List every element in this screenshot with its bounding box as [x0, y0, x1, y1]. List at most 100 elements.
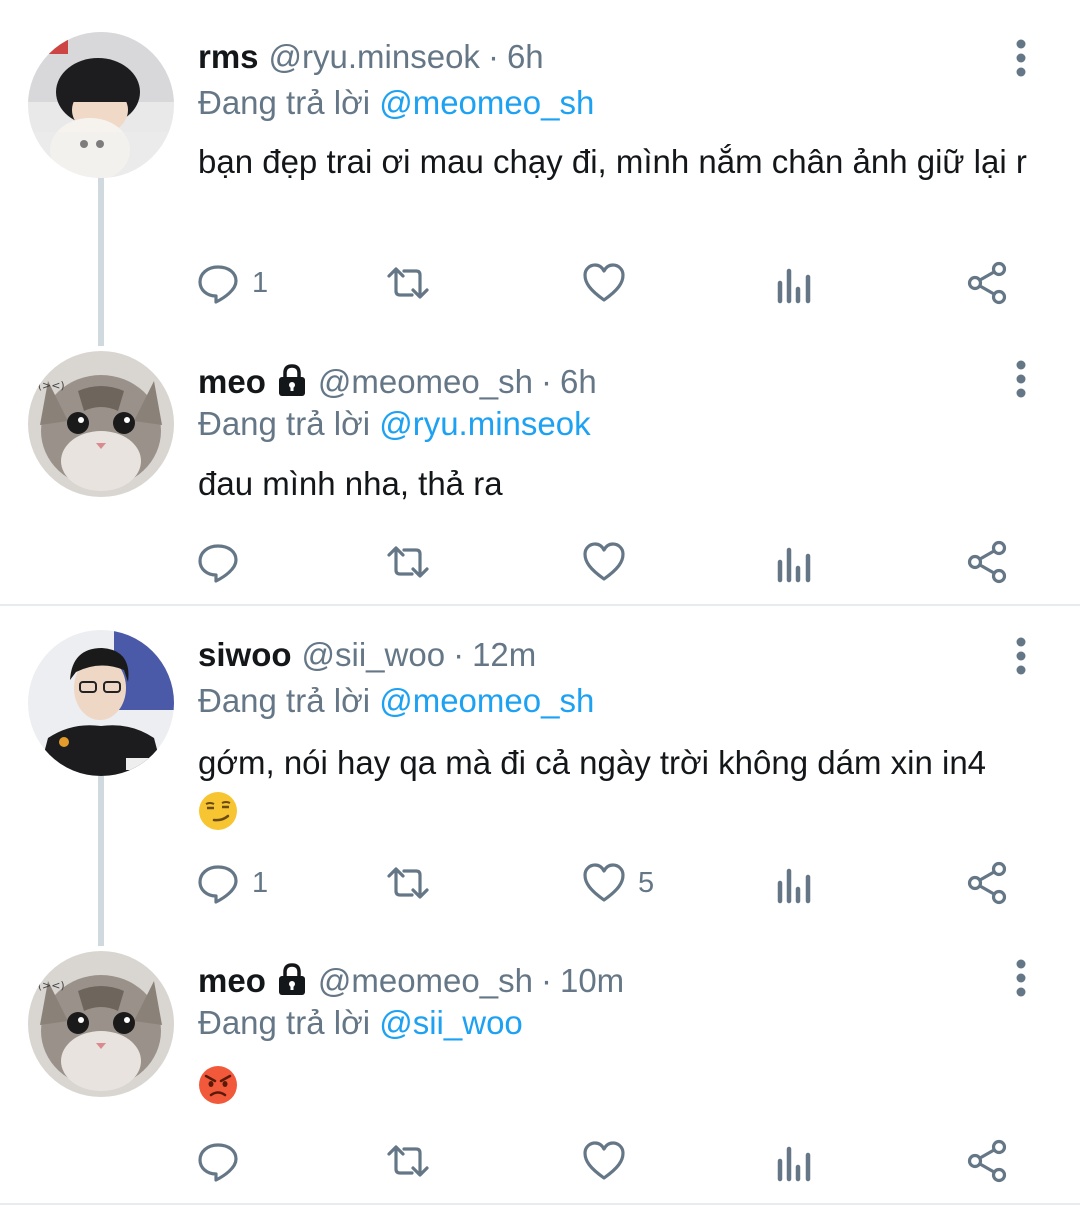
analytics-button[interactable] — [774, 537, 818, 587]
separator-dot: · — [540, 962, 552, 999]
handle[interactable]: @meomeo_sh — [318, 363, 533, 401]
mention-link[interactable]: @sii_woo — [379, 1004, 523, 1041]
heart-icon — [583, 863, 625, 902]
display-name[interactable]: rms — [198, 38, 259, 76]
tweet-header: meo @meomeo_sh · 6h — [198, 359, 597, 403]
avatar-image — [28, 32, 174, 178]
lock-icon — [278, 364, 305, 396]
tweet[interactable]: :(><) meo @meomeo_sh · 6h Đang trả lời @… — [0, 345, 1080, 605]
share-button[interactable] — [966, 258, 1010, 308]
reply-button[interactable] — [196, 1136, 252, 1186]
timestamp[interactable]: 12m — [472, 636, 536, 674]
handle[interactable]: @ryu.minseok — [269, 38, 480, 76]
more-options-button[interactable] — [1008, 359, 1034, 399]
reply-icon — [198, 544, 238, 583]
bottom-divider — [0, 1203, 1080, 1205]
svg-text::(><): :(><) — [34, 979, 65, 992]
retweet-icon — [387, 867, 429, 899]
mention-link[interactable]: @meomeo_sh — [379, 682, 594, 719]
display-name[interactable]: meo — [198, 363, 266, 401]
avatar-image — [28, 630, 174, 776]
share-button[interactable] — [966, 1136, 1010, 1186]
heart-icon — [583, 263, 625, 302]
heart-icon — [583, 1141, 625, 1180]
tweet-text: gớm, nói hay qa mà đi cả ngày trời không… — [198, 744, 987, 781]
retweet-button[interactable] — [386, 858, 430, 908]
smirk-emoji — [199, 792, 237, 831]
replying-prefix: Đang trả lời — [198, 682, 371, 719]
reply-icon — [198, 865, 238, 904]
like-button[interactable] — [582, 537, 638, 587]
analytics-icon — [777, 868, 811, 904]
heart-icon — [583, 542, 625, 581]
reply-count: 1 — [252, 866, 269, 899]
tweet-text-block — [198, 1060, 1038, 1106]
tweet-header: meo @meomeo_sh · 10m — [198, 958, 624, 1002]
more-options-button[interactable] — [1008, 636, 1034, 676]
svg-text::(><): :(><) — [34, 379, 65, 392]
separator-dot: · — [487, 38, 499, 75]
more-vertical-icon — [1016, 360, 1026, 398]
more-vertical-icon — [1016, 39, 1026, 77]
action-bar: 1 — [196, 258, 1026, 308]
more-options-button[interactable] — [1008, 38, 1034, 78]
analytics-icon — [777, 268, 811, 304]
tweet[interactable]: :(><) meo @meomeo_sh · 10m Đang trả lời … — [0, 946, 1080, 1206]
reply-icon — [198, 265, 238, 304]
retweet-button[interactable] — [386, 258, 430, 308]
share-button[interactable] — [966, 858, 1010, 908]
mention-link[interactable]: @meomeo_sh — [379, 84, 594, 121]
avatar-image: :(><) — [28, 351, 174, 497]
more-vertical-icon — [1016, 959, 1026, 997]
share-icon — [967, 861, 1007, 905]
reply-button[interactable]: 1 — [196, 858, 268, 908]
avatar-image: :(><) — [28, 951, 174, 1097]
timestamp[interactable]: 10m — [560, 962, 624, 1000]
share-icon — [967, 261, 1007, 305]
avatar[interactable]: :(><) — [28, 951, 174, 1097]
tweet-header: siwoo @sii_woo · 12m — [198, 636, 536, 680]
replying-prefix: Đang trả lời — [198, 405, 371, 442]
timestamp[interactable]: 6h — [507, 38, 544, 76]
retweet-button[interactable] — [386, 537, 430, 587]
replying-prefix: Đang trả lời — [198, 84, 371, 121]
share-button[interactable] — [966, 537, 1010, 587]
like-button[interactable]: 5 — [582, 858, 654, 908]
analytics-icon — [777, 547, 811, 583]
timestamp[interactable]: 6h — [560, 363, 597, 401]
like-button[interactable] — [582, 258, 638, 308]
more-options-button[interactable] — [1008, 958, 1034, 998]
angry-emoji — [199, 1066, 237, 1105]
retweet-icon — [387, 267, 429, 299]
reply-button[interactable]: 1 — [196, 258, 268, 308]
tweet[interactable]: rms @ryu.minseok · 6h Đang trả lời @meom… — [0, 0, 1080, 345]
analytics-button[interactable] — [774, 858, 818, 908]
action-bar: 1 5 — [196, 858, 1026, 908]
retweet-button[interactable] — [386, 1136, 430, 1186]
replying-to: Đang trả lời @sii_woo — [198, 1004, 523, 1042]
reply-button[interactable] — [196, 537, 252, 587]
replying-to: Đang trả lời @meomeo_sh — [198, 84, 594, 122]
separator-dot: · — [453, 636, 465, 673]
tweet-header: rms @ryu.minseok · 6h — [198, 38, 544, 82]
mention-link[interactable]: @ryu.minseok — [379, 405, 590, 442]
display-name[interactable]: siwoo — [198, 636, 292, 674]
tweet[interactable]: siwoo @sii_woo · 12m Đang trả lời @meome… — [0, 606, 1080, 946]
handle[interactable]: @meomeo_sh — [318, 962, 533, 1000]
avatar[interactable]: :(><) — [28, 351, 174, 497]
analytics-icon — [777, 1146, 811, 1182]
like-button[interactable] — [582, 1136, 638, 1186]
replying-prefix: Đang trả lời — [198, 1004, 371, 1041]
avatar[interactable] — [28, 630, 174, 776]
display-name[interactable]: meo — [198, 962, 266, 1000]
reply-icon — [198, 1143, 238, 1182]
avatar[interactable] — [28, 32, 174, 178]
more-vertical-icon — [1016, 637, 1026, 675]
analytics-button[interactable] — [774, 258, 818, 308]
handle[interactable]: @sii_woo — [302, 636, 446, 674]
tweet-text: đau mình nha, thả ra — [198, 465, 503, 502]
replying-to: Đang trả lời @meomeo_sh — [198, 682, 594, 720]
analytics-button[interactable] — [774, 1136, 818, 1186]
action-bar — [196, 537, 1026, 587]
replying-to: Đang trả lời @ryu.minseok — [198, 405, 591, 443]
